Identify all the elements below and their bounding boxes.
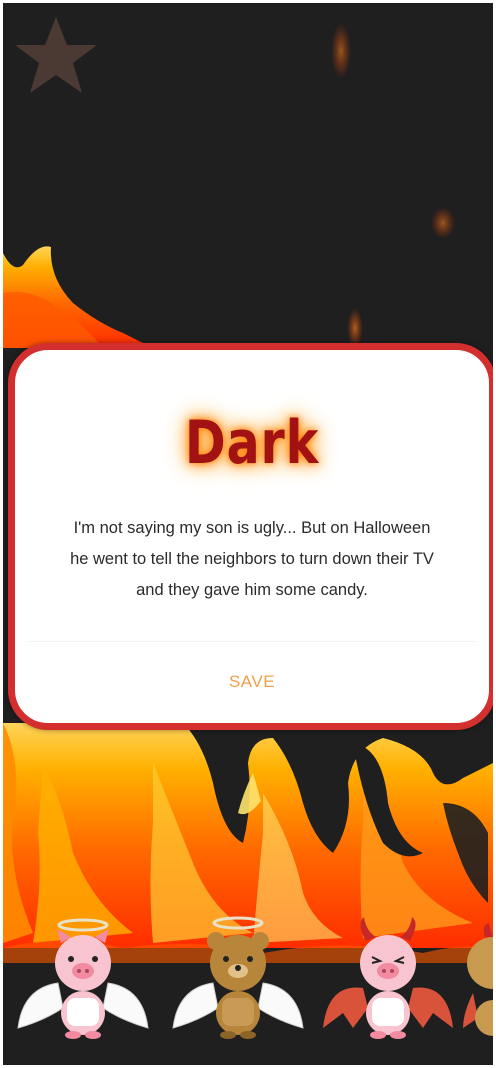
joke-category-title: Dark [184, 408, 320, 478]
devil-character-icon [463, 923, 493, 1036]
star-icon [15, 17, 97, 93]
angel-bear-icon [172, 916, 304, 1039]
favorite-star-button[interactable] [11, 11, 101, 101]
joke-text: I'm not saying my son is ugly... But on … [70, 519, 434, 599]
save-button[interactable]: SAVE [165, 662, 339, 702]
app-screen: Dark I'm not saying my son is ugly... Bu… [3, 3, 493, 1065]
joke-modal: Dark I'm not saying my son is ugly... Bu… [8, 343, 493, 730]
angel-pig-icon [17, 918, 149, 1039]
modal-divider [29, 641, 475, 642]
devil-pig-icon [323, 917, 453, 1039]
character-row [3, 903, 493, 1053]
